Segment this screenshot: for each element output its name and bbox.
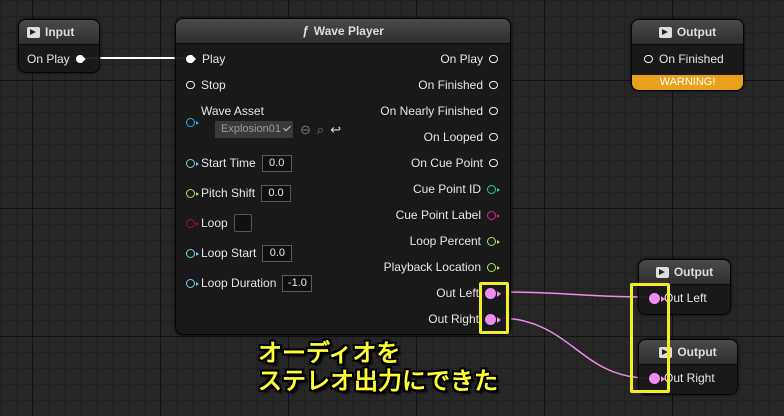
audio-wire-right <box>497 317 649 379</box>
pitch-shift-label: Pitch Shift <box>201 186 256 200</box>
input-node-header[interactable]: Input <box>19 20 99 45</box>
output-finished-pin-row: On Finished <box>644 50 724 68</box>
on-cue-point-label: On Cue Point <box>410 156 483 170</box>
wave-asset-combo[interactable]: Explosion01 <box>214 119 294 139</box>
exec-out-pin-icon[interactable] <box>489 55 498 63</box>
loop-start-field[interactable]: 0.0 <box>262 244 293 262</box>
cue-point-label-label: Cue Point Label <box>395 208 481 222</box>
int-pin-icon[interactable] <box>487 184 500 194</box>
input-loop-duration-row: Loop Duration -1.0 <box>186 274 313 292</box>
wave-asset-picker: Explosion01 ⊖ ⌕ ↩ <box>214 119 341 139</box>
out-right-label: Out Right <box>428 312 479 326</box>
function-icon: ƒ <box>302 24 309 38</box>
output-on-finished-row: On Finished <box>418 76 498 94</box>
loop-percent-label: Loop Percent <box>409 234 481 248</box>
cue-point-id-label: Cue Point ID <box>412 182 481 196</box>
input-on-play-row: On Play <box>27 50 86 68</box>
audio-wire-left <box>497 291 649 298</box>
input-node-icon <box>27 26 40 38</box>
input-start-time-row: Start Time 0.0 <box>186 154 292 172</box>
use-selected-asset-icon[interactable]: ⊖ <box>300 123 311 136</box>
wave-player-header[interactable]: ƒ Wave Player <box>176 19 510 44</box>
warning-banner: WARNING! <box>632 75 743 90</box>
input-node-title: Input <box>45 25 75 39</box>
on-play-label: On Play <box>440 52 483 66</box>
output-node-header[interactable]: Output <box>632 20 743 45</box>
output-left-label: Out Left <box>664 291 707 305</box>
exec-in-pin-icon[interactable] <box>186 55 196 63</box>
output-finished-label: On Finished <box>659 52 724 66</box>
input-pitch-shift-row: Pitch Shift 0.0 <box>186 184 292 202</box>
output-on-finished-node[interactable]: Output On Finished WARNING! <box>631 19 744 91</box>
exec-in-pin-icon[interactable] <box>644 55 653 63</box>
caption-line-1: オーディオを <box>258 339 401 367</box>
output-loop-percent-row: Loop Percent <box>409 232 500 250</box>
reset-arrow-icon[interactable]: ↩ <box>330 123 341 136</box>
output-node-title: Output <box>677 345 717 359</box>
input-wave-asset-row: Wave Asset <box>186 102 264 127</box>
output-node-header[interactable]: Output <box>639 260 730 285</box>
exec-out-pin-icon[interactable] <box>489 133 498 141</box>
output-cue-point-id-row: Cue Point ID <box>412 180 500 198</box>
output-playback-location-row: Playback Location <box>383 258 500 276</box>
loop-duration-field[interactable]: -1.0 <box>282 274 313 292</box>
out-left-label: Out Left <box>436 286 479 300</box>
pitch-shift-field[interactable]: 0.0 <box>261 184 292 202</box>
input-loop-row: Loop <box>186 214 252 232</box>
wave-asset-value: Explosion01 <box>221 123 281 135</box>
output-on-looped-row: On Looped <box>424 128 498 146</box>
loop-start-label: Loop Start <box>201 246 257 260</box>
exec-out-pin-icon[interactable] <box>489 81 498 89</box>
time-pin-icon[interactable] <box>186 248 199 258</box>
bool-pin-icon[interactable] <box>186 218 199 228</box>
time-pin-icon[interactable] <box>186 158 199 168</box>
start-time-label: Start Time <box>201 156 256 170</box>
on-finished-label: On Finished <box>418 78 483 92</box>
input-play-row: Play <box>186 50 225 68</box>
wave-asset-label: Wave Asset <box>201 104 264 118</box>
output-right-label: Out Right <box>664 371 715 385</box>
output-node-title: Output <box>676 25 717 39</box>
on-nearly-finished-label: On Nearly Finished <box>380 104 483 118</box>
wave-player-node[interactable]: ƒ Wave Player Play Stop Wave Asset Explo… <box>175 18 511 335</box>
exec-in-pin-icon[interactable] <box>186 81 195 89</box>
input-loop-start-row: Loop Start 0.0 <box>186 244 293 262</box>
input-on-play-label: On Play <box>27 52 70 66</box>
loop-duration-label: Loop Duration <box>201 276 277 290</box>
exec-out-pin-icon[interactable] <box>489 107 498 115</box>
object-pin-icon[interactable] <box>186 117 199 127</box>
output-node-icon <box>655 266 669 278</box>
output-on-nearly-finished-row: On Nearly Finished <box>380 102 498 120</box>
browse-asset-search-icon[interactable]: ⌕ <box>317 123 324 136</box>
output-node-icon <box>658 26 672 38</box>
caption-annotation: オーディオを ステレオ出力にできた <box>258 339 498 395</box>
output-on-cue-point-row: On Cue Point <box>411 154 498 172</box>
output-cue-point-label-row: Cue Point Label <box>395 206 500 224</box>
float-pin-icon[interactable] <box>487 236 500 246</box>
play-label: Play <box>202 52 226 66</box>
exec-out-pin-icon[interactable] <box>489 159 498 167</box>
time-pin-icon[interactable] <box>186 278 199 288</box>
wave-player-title: Wave Player <box>313 24 384 38</box>
output-node-title: Output <box>673 265 714 279</box>
input-stop-row: Stop <box>186 76 226 94</box>
exec-out-pin-icon[interactable] <box>75 55 86 63</box>
loop-checkbox[interactable] <box>233 214 252 232</box>
output-on-play-row: On Play <box>440 50 498 68</box>
highlight-box-source-pins <box>479 282 509 334</box>
input-node[interactable]: Input On Play <box>18 19 100 73</box>
string-pin-icon[interactable] <box>487 210 500 220</box>
chevron-down-icon <box>283 123 291 132</box>
highlight-box-output-pins <box>630 283 670 393</box>
float-pin-icon[interactable] <box>186 188 199 198</box>
stop-label: Stop <box>201 78 226 92</box>
on-looped-label: On Looped <box>423 130 483 144</box>
caption-line-2: ステレオ出力にできた <box>258 367 498 395</box>
float-pin-icon[interactable] <box>487 262 500 272</box>
loop-label: Loop <box>201 216 228 230</box>
start-time-field[interactable]: 0.0 <box>261 154 292 172</box>
playback-location-label: Playback Location <box>383 260 481 274</box>
